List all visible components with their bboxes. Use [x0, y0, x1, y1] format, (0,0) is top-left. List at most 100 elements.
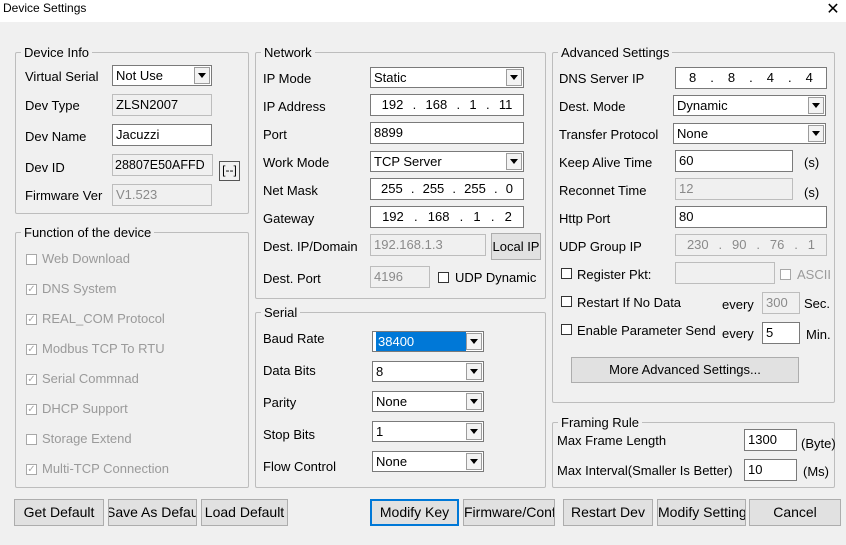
transfer-protocol-select[interactable]: None	[673, 123, 826, 144]
dev-id-button[interactable]: [--]	[219, 161, 240, 181]
function-checkbox[interactable]: ✓	[26, 464, 37, 475]
keep-alive-label: Keep Alive Time	[559, 155, 653, 170]
http-port-label: Http Port	[559, 211, 611, 226]
get-default-button[interactable]: Get Default	[14, 499, 104, 526]
chevron-down-icon	[466, 423, 482, 440]
param-send-checkbox[interactable]	[561, 324, 572, 335]
keep-alive-input[interactable]: 60	[675, 150, 793, 172]
chevron-down-icon	[466, 453, 482, 470]
ip-mode-select[interactable]: Static	[370, 67, 524, 88]
dest-ip-label: Dest. IP/Domain	[263, 239, 358, 254]
advanced-legend: Advanced Settings	[558, 45, 673, 60]
close-icon[interactable]: ✕	[826, 0, 840, 19]
net-mask-label: Net Mask	[263, 183, 318, 198]
window-title: Device Settings	[3, 1, 87, 15]
dns-label: DNS Server IP	[559, 71, 645, 86]
title-bar	[0, 0, 846, 22]
restart-unit: Sec.	[804, 296, 831, 311]
chevron-down-icon	[506, 69, 522, 86]
framing-legend: Framing Rule	[558, 415, 643, 430]
restart-every-label: every	[722, 297, 754, 312]
chevron-down-icon	[466, 363, 482, 380]
device-info-legend: Device Info	[21, 45, 93, 60]
network-group	[255, 52, 546, 299]
flow-control-select[interactable]: None	[372, 451, 484, 472]
register-pkt-input[interactable]	[675, 262, 775, 284]
gateway-input[interactable]: 192. 168. 1. 2	[370, 206, 524, 228]
function-checkbox[interactable]: ✓	[26, 404, 37, 415]
save-as-default-button[interactable]: Save As Default	[108, 499, 197, 526]
functions-group	[15, 232, 249, 488]
function-checkbox[interactable]: ✓	[26, 374, 37, 385]
ascii-checkbox[interactable]	[780, 269, 791, 280]
chevron-down-icon	[506, 153, 522, 170]
dest-port-input[interactable]: 4196	[370, 266, 430, 288]
virtual-serial-select[interactable]: Not Use	[112, 65, 212, 86]
ascii-label: ASCII	[797, 267, 831, 282]
http-port-input[interactable]: 80	[675, 206, 827, 228]
baud-rate-select[interactable]: 38400	[372, 331, 484, 352]
function-checkbox[interactable]: ✓	[26, 344, 37, 355]
functions-legend: Function of the device	[21, 225, 155, 240]
data-bits-select[interactable]: 8	[372, 361, 484, 382]
function-label: Modbus TCP To RTU	[42, 341, 165, 356]
dev-type-label: Dev Type	[25, 98, 80, 113]
reconnect-input[interactable]: 12	[675, 178, 793, 200]
gateway-label: Gateway	[263, 211, 315, 226]
dest-ip-input[interactable]: 192.168.1.3	[370, 234, 486, 256]
transfer-protocol-label: Transfer Protocol	[559, 127, 659, 142]
function-checkbox[interactable]	[26, 434, 37, 445]
dev-name-input[interactable]: Jacuzzi	[112, 124, 212, 146]
function-checkbox[interactable]	[26, 254, 37, 265]
network-legend: Network	[261, 45, 315, 60]
ip-address-input[interactable]: 192. 168. 1. 11	[370, 94, 524, 116]
stop-bits-select[interactable]: 1	[372, 421, 484, 442]
more-advanced-button[interactable]: More Advanced Settings...	[571, 357, 799, 383]
parity-label: Parity	[263, 395, 297, 410]
flow-control-label: Flow Control	[263, 459, 336, 474]
baud-rate-label: Baud Rate	[263, 331, 325, 346]
work-mode-select[interactable]: TCP Server	[370, 151, 524, 172]
function-label: Storage Extend	[42, 431, 132, 446]
param-send-label: Enable Parameter Send	[577, 323, 716, 338]
function-label: Multi-TCP Connection	[42, 461, 169, 476]
register-pkt-checkbox[interactable]	[561, 268, 572, 279]
restart-interval-input[interactable]: 300	[762, 292, 800, 314]
port-input[interactable]: 8899	[370, 122, 524, 144]
dns-input[interactable]: 8.8.4.4	[675, 67, 827, 89]
dev-name-label: Dev Name	[25, 129, 87, 144]
parity-select[interactable]: None	[372, 391, 484, 412]
net-mask-input[interactable]: 255. 255. 255. 0	[370, 178, 524, 200]
modify-key-button[interactable]: Modify Key	[370, 499, 459, 526]
local-ip-button[interactable]: Local IP	[491, 233, 541, 260]
max-interval-input[interactable]: 10	[744, 459, 797, 481]
firmware-label: Firmware Ver	[25, 188, 103, 203]
modify-setting-button[interactable]: Modify Setting	[657, 499, 746, 526]
load-default-button[interactable]: Load Default	[201, 499, 288, 526]
param-interval-input[interactable]: 5	[762, 322, 800, 344]
chevron-down-icon	[808, 125, 824, 142]
cancel-button[interactable]: Cancel	[749, 499, 841, 526]
restart-no-data-checkbox[interactable]	[561, 296, 572, 307]
reconnect-label: Reconnet Time	[559, 183, 647, 198]
max-frame-label: Max Frame Length	[557, 433, 667, 448]
firmware-config-button[interactable]: Firmware/Config	[463, 499, 555, 526]
function-checkbox[interactable]: ✓	[26, 314, 37, 325]
keep-alive-unit: (s)	[804, 155, 820, 170]
register-pkt-label: Register Pkt:	[577, 267, 652, 282]
udp-group-input[interactable]: 230. 90. 76. 1	[675, 234, 827, 256]
function-label: Web Download	[42, 251, 130, 266]
function-label: DNS System	[42, 281, 117, 296]
work-mode-label: Work Mode	[263, 155, 330, 170]
max-frame-input[interactable]: 1300	[744, 429, 797, 451]
function-checkbox[interactable]: ✓	[26, 284, 37, 295]
max-frame-unit: (Byte)	[801, 436, 836, 451]
udp-dynamic-checkbox[interactable]	[438, 272, 449, 283]
chevron-down-icon	[466, 333, 482, 350]
param-unit: Min.	[806, 327, 831, 342]
dev-id-field: 28807E50AFFD	[112, 154, 213, 176]
dev-type-field: ZLSN2007	[112, 94, 212, 116]
max-interval-unit: (Ms)	[803, 464, 829, 479]
dest-mode-select[interactable]: Dynamic	[673, 95, 826, 116]
restart-dev-button[interactable]: Restart Dev	[563, 499, 653, 526]
